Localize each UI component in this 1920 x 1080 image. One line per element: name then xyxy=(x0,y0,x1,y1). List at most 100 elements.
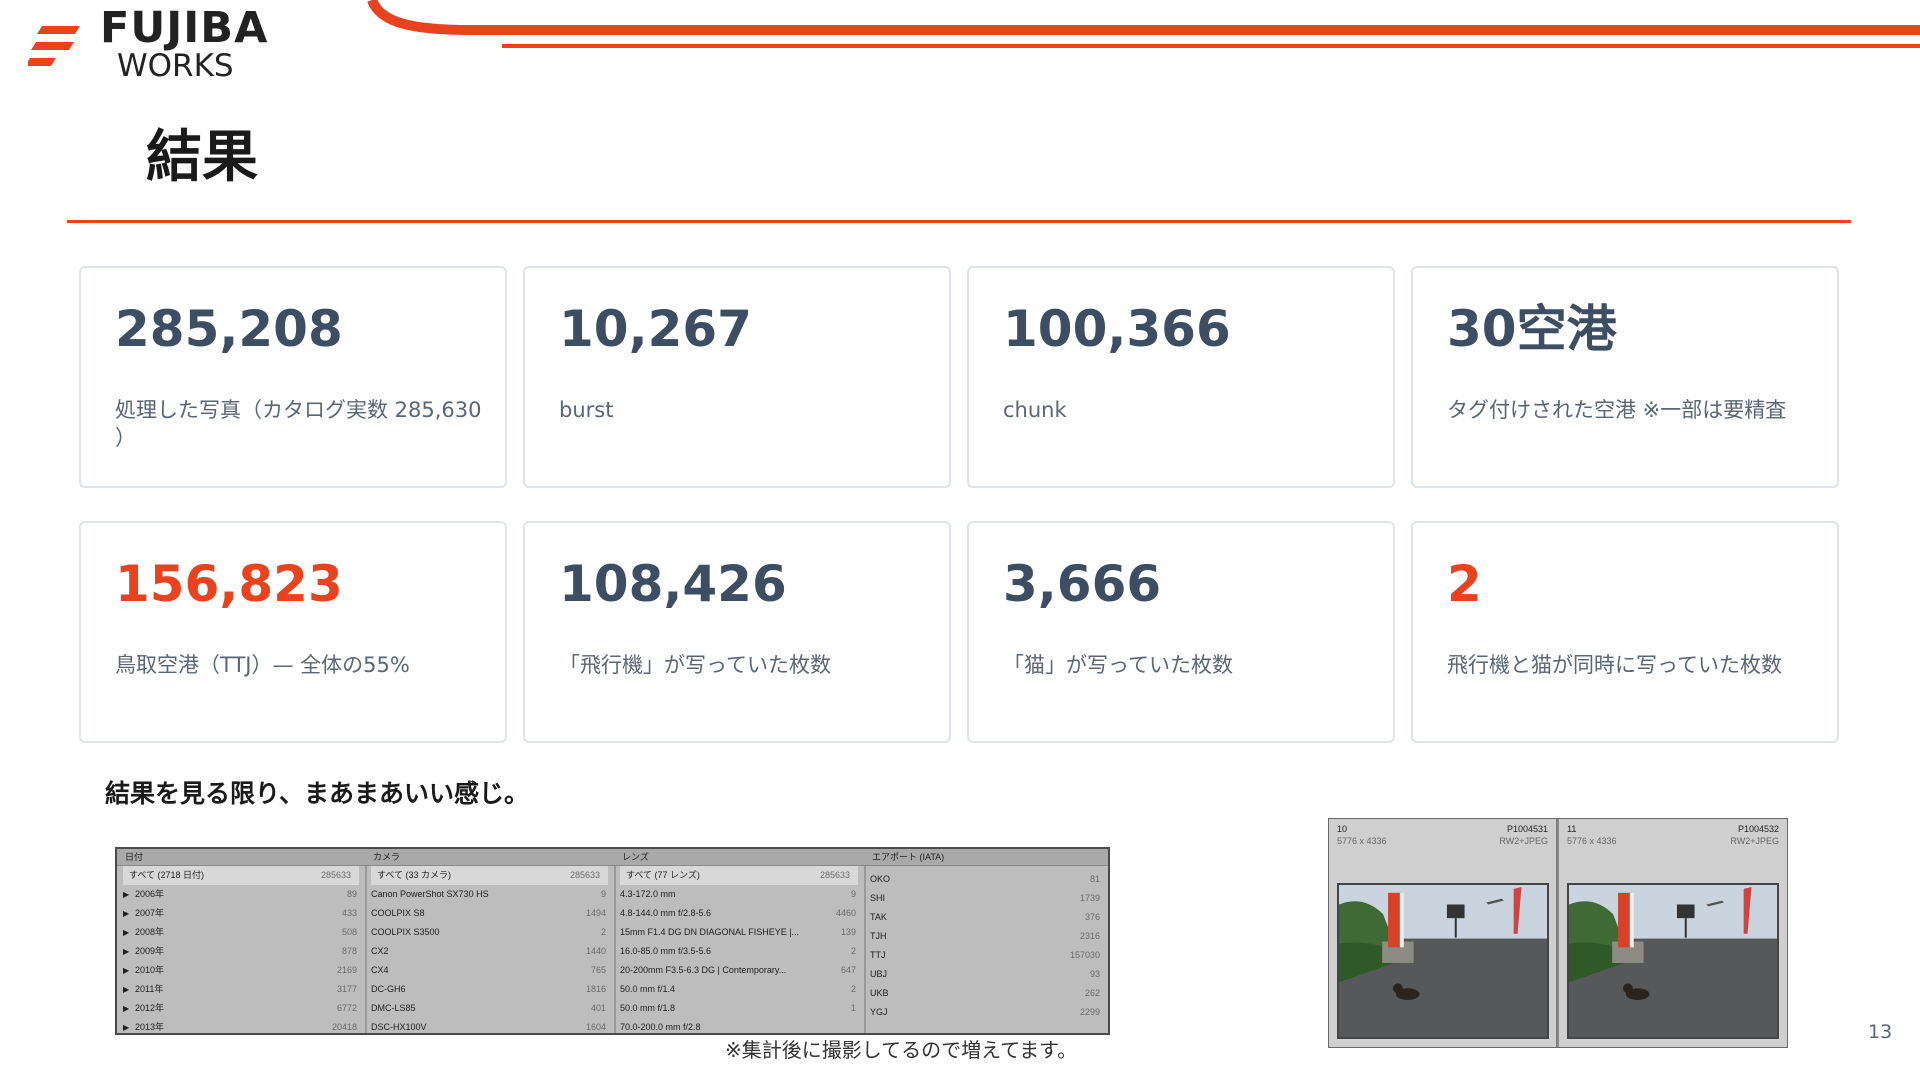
row-count: 4460 xyxy=(835,908,856,918)
filter-row: すべて (2718 日付) 285633 xyxy=(123,866,359,885)
stat-value: 108,426 xyxy=(559,555,787,613)
stat-card-cat: 3,666 「猫」が写っていた枚数 xyxy=(967,521,1395,743)
thumbnail-index: 10 xyxy=(1337,824,1348,834)
stat-value: 2 xyxy=(1447,555,1482,613)
row-count: 1440 xyxy=(585,946,606,956)
row-count: 2169 xyxy=(336,965,357,975)
row-label: COOLPIX S8 xyxy=(371,908,425,918)
row-count: 2299 xyxy=(1079,1007,1100,1017)
expand-triangle-icon: ▶ xyxy=(123,1023,130,1032)
row-label: YGJ xyxy=(870,1007,888,1017)
row-count: 9 xyxy=(600,889,606,899)
filter-row: TJH 2316 xyxy=(864,927,1108,946)
row-label: 2009年 xyxy=(135,946,165,956)
filter-row: 50.0 mm f/1.4 2 xyxy=(614,980,864,999)
filter-column-lens: レンズ すべて (77 レンズ) 285633 4.3-172.0 mm 9 4.8… xyxy=(614,849,866,1033)
row-count: 1494 xyxy=(585,908,606,918)
row-count: 139 xyxy=(840,927,856,937)
filter-column-airport: エアポート (IATA) OKO 81 SHI 1739 TAK 376 TJH 231… xyxy=(864,849,1108,1033)
row-count: 1739 xyxy=(1079,893,1100,903)
stat-label: chunk xyxy=(1003,398,1067,422)
row-count: 81 xyxy=(1089,874,1100,884)
filter-row: 20-200mm F3.5-6.3 DG | Contemporary... 64… xyxy=(614,961,864,980)
page-title: 結果 xyxy=(146,125,258,190)
filter-row: TTJ 157030 xyxy=(864,946,1108,965)
thumbnail-cell: 11 5776 x 4336 P1004532 RW2+JPEG xyxy=(1559,819,1787,1047)
row-count: 878 xyxy=(341,946,357,956)
header-decoration xyxy=(367,0,1920,48)
row-count: 508 xyxy=(341,927,357,937)
stat-label: 「猫」が写っていた枚数 xyxy=(1003,653,1233,677)
row-label: 70.0-200.0 mm f/2.8 xyxy=(620,1022,701,1032)
stat-label: タグ付けされた空港 ※一部は要精査 xyxy=(1447,398,1787,422)
row-count: 2 xyxy=(600,927,606,937)
row-label: COOLPIX S3500 xyxy=(371,927,440,937)
filter-row: ▶ 2007年 433 xyxy=(117,904,365,923)
row-label: 2008年 xyxy=(135,927,165,937)
row-label: OKO xyxy=(870,874,891,884)
row-label: UBJ xyxy=(870,969,888,979)
expand-triangle-icon: ▶ xyxy=(123,947,130,956)
row-count: 2316 xyxy=(1079,931,1100,941)
filter-column-camera: カメラ すべて (33 カメラ) 285633 Canon PowerShot S… xyxy=(365,849,616,1033)
row-label: Canon PowerShot SX730 HS xyxy=(371,889,489,899)
row-label: 2011年 xyxy=(135,984,164,994)
thumbnail-format: RW2+JPEG xyxy=(1499,836,1548,846)
thumbnail-filename: P1004531 xyxy=(1506,824,1548,834)
photo-thumbnails-screenshot: 10 5776 x 4336 P1004531 RW2+JPEG 11 5776… xyxy=(1328,818,1788,1048)
stat-value: 285,208 xyxy=(115,300,343,358)
filter-row: DC-GH6 1816 xyxy=(365,980,614,999)
row-label: TJH xyxy=(870,931,887,941)
row-label: 15mm F1.4 DG DN DIAGONAL FISHEYE |... xyxy=(620,927,800,937)
filter-row: ▶ 2010年 2169 xyxy=(117,961,365,980)
row-label: DMC-LS85 xyxy=(371,1003,416,1013)
row-label: TTJ xyxy=(870,950,886,960)
row-count: 6772 xyxy=(336,1003,357,1013)
filter-row: Canon PowerShot SX730 HS 9 xyxy=(365,885,614,904)
row-label: TAK xyxy=(870,912,887,922)
row-count: 285633 xyxy=(320,870,351,880)
row-label: すべて (33 カメラ) xyxy=(377,870,452,880)
filter-row: UBJ 93 xyxy=(864,965,1108,984)
stat-label: 処理した写真（カタログ実数 285,630 ） xyxy=(115,398,482,450)
column-header: エアポート (IATA) xyxy=(864,849,1108,866)
row-count: 1816 xyxy=(585,984,606,994)
filter-row: 15mm F1.4 DG DN DIAGONAL FISHEYE |... 139 xyxy=(614,923,864,942)
filter-row: DSC-HX100V 1604 xyxy=(365,1018,614,1033)
stat-card-chunk: 100,366 chunk xyxy=(967,266,1395,488)
filter-row: CX2 1440 xyxy=(365,942,614,961)
filter-row: COOLPIX S8 1494 xyxy=(365,904,614,923)
row-label: CX4 xyxy=(371,965,389,975)
row-label: すべて (2718 日付) xyxy=(129,870,205,880)
filter-row: 4.8-144.0 mm f/2.8-5.6 4460 xyxy=(614,904,864,923)
row-label: 2013年 xyxy=(135,1022,165,1032)
footnote: ※集計後に撮影してるので増えてます。 xyxy=(725,1038,1078,1062)
title-divider xyxy=(67,220,1851,223)
stat-label: 鳥取空港（TTJ）— 全体の55% xyxy=(115,653,410,677)
expand-triangle-icon: ▶ xyxy=(123,928,130,937)
expand-triangle-icon: ▶ xyxy=(123,890,130,899)
filter-row: DMC-LS85 401 xyxy=(365,999,614,1018)
row-label: 2006年 xyxy=(135,889,165,899)
filter-row: YGJ 2299 xyxy=(864,1003,1108,1022)
filter-row: ▶ 2013年 20418 xyxy=(117,1018,365,1033)
column-header: 日付 xyxy=(117,849,365,866)
filter-row: 50.0 mm f/1.8 1 xyxy=(614,999,864,1018)
row-label: 50.0 mm f/1.4 xyxy=(620,984,676,994)
stat-card-photos-processed: 285,208 処理した写真（カタログ実数 285,630 ） xyxy=(79,266,507,488)
stat-card-burst: 10,267 burst xyxy=(523,266,951,488)
row-label: CX2 xyxy=(371,946,389,956)
thumbnail-dimensions: 5776 x 4336 xyxy=(1337,836,1387,846)
filter-row: すべて (77 レンズ) 285633 xyxy=(620,866,858,885)
stat-card-airports: 30空港 タグ付けされた空港 ※一部は要精査 xyxy=(1411,266,1839,488)
row-count: 2 xyxy=(850,984,856,994)
row-label: 2012年 xyxy=(135,1003,165,1013)
stat-label: 飛行機と猫が同時に写っていた枚数 xyxy=(1447,653,1782,677)
expand-triangle-icon: ▶ xyxy=(123,966,130,975)
filter-row: ▶ 2008年 508 xyxy=(117,923,365,942)
filter-row: COOLPIX S3500 2 xyxy=(365,923,614,942)
filter-row: 70.0-200.0 mm f/2.8 xyxy=(614,1018,864,1033)
thumbnail-cell: 10 5776 x 4336 P1004531 RW2+JPEG xyxy=(1329,819,1557,1047)
column-header: レンズ xyxy=(614,849,864,866)
filter-row: 4.3-172.0 mm 9 xyxy=(614,885,864,904)
